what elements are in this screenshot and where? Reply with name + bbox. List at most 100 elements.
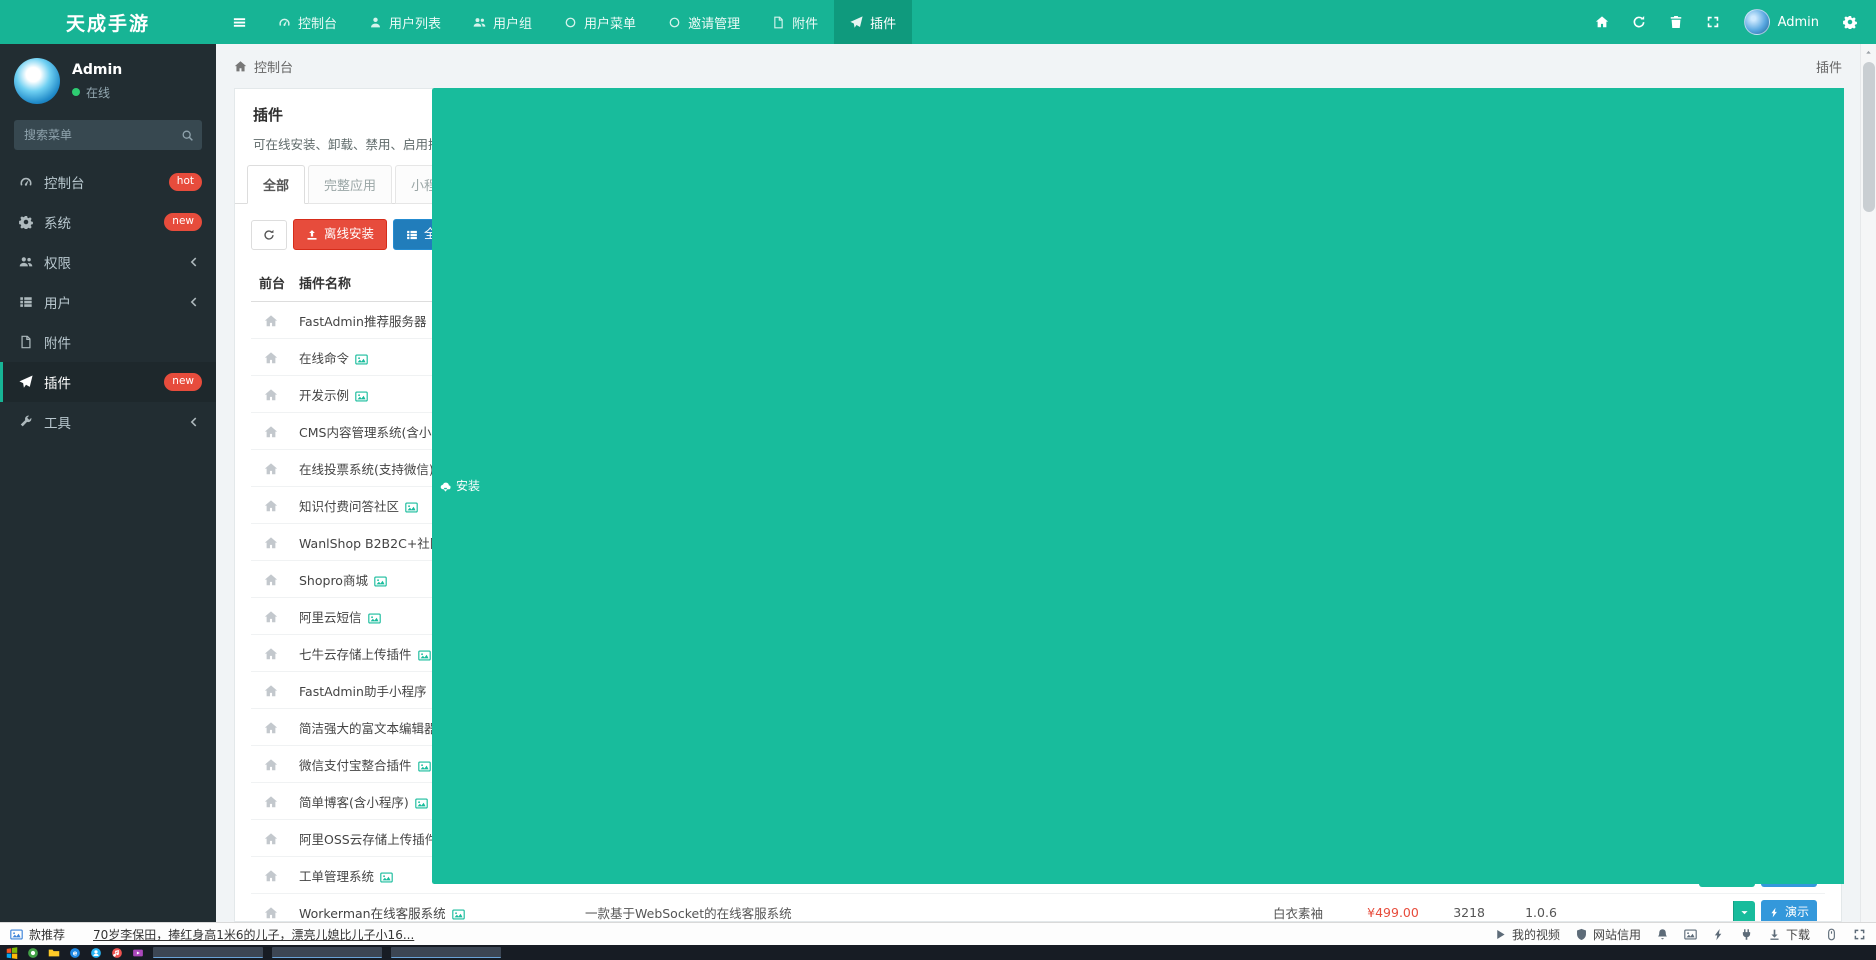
panel-body: 离线安装 全部免费¥付费本地插件 会员信息 前台插件名称介绍作者价格下载版本状态… (235, 204, 1841, 922)
taskbar-browser-icon[interactable] (27, 947, 39, 959)
plugin-name: 七牛云存储上传插件 (299, 647, 412, 662)
statusbar-image-button[interactable] (1684, 928, 1697, 941)
top-nav-item-label: 用户菜单 (584, 13, 636, 32)
statusbar-play-button[interactable]: 我的视频 (1494, 926, 1560, 943)
sidebar-item-5[interactable]: 插件new (0, 362, 216, 402)
svg-text:e: e (73, 949, 78, 957)
expand-icon (1706, 15, 1720, 29)
chevron-left-icon (185, 295, 202, 309)
top-nav-item-4[interactable]: 邀请管理 (652, 0, 756, 44)
image-icon (418, 649, 431, 662)
gauge-icon (278, 16, 291, 29)
gear-icon (1843, 15, 1857, 29)
sidebar-item-1[interactable]: 系统new (0, 202, 216, 242)
taskbar-music-icon[interactable] (111, 947, 123, 959)
demo-button[interactable]: 演示 (1761, 900, 1817, 922)
home-icon (264, 314, 278, 328)
sidebar-toggle-button[interactable] (216, 0, 262, 44)
sidebar-search-input[interactable] (14, 120, 202, 150)
plugin-name: FastAdmin助手小程序 (299, 684, 426, 699)
plugin-name: Workerman在线客服系统 (299, 906, 446, 921)
sidebar-search-button[interactable] (181, 128, 194, 143)
top-nav-item-2[interactable]: 用户组 (457, 0, 548, 44)
scrollbar-up-button[interactable] (1861, 44, 1876, 60)
top-nav-item-label: 附件 (792, 13, 818, 32)
top-nav-item-label: 用户列表 (389, 13, 441, 32)
image-icon (368, 612, 381, 625)
image-icon (355, 353, 368, 366)
statusbar-bolt-button[interactable] (1712, 928, 1725, 941)
sidebar-item-2[interactable]: 权限 (0, 242, 216, 282)
taskbar-window-button-2[interactable] (391, 947, 501, 958)
refresh-button[interactable] (251, 220, 287, 250)
circle-icon (564, 16, 577, 29)
user-icon (369, 16, 382, 29)
front-cell (251, 302, 291, 339)
navbar-user-menu[interactable]: Admin (1732, 0, 1831, 44)
sidebar-item-3[interactable]: 用户 (0, 282, 216, 322)
navbar-refresh-button[interactable] (1621, 0, 1658, 44)
plugin-name: 工单管理系统 (299, 869, 374, 884)
navbar-expand-button[interactable] (1695, 0, 1732, 44)
statusbar-download-button[interactable]: 下载 (1768, 926, 1810, 943)
install-dropdown-button[interactable] (1733, 901, 1755, 923)
plugin-name: 在线命令 (299, 351, 349, 366)
home-icon (264, 536, 278, 550)
statusbar-shield-button[interactable]: 网站信用 (1575, 926, 1641, 943)
taskbar-window-button-1[interactable] (272, 947, 382, 958)
statusbar-expand-button[interactable] (1853, 928, 1866, 941)
breadcrumb-current[interactable]: 控制台 (254, 57, 293, 76)
sidebar-user-name: Admin (72, 62, 122, 78)
home-icon (264, 721, 278, 735)
statusbar-right: 我的视频网站信用 下载 (1494, 926, 1866, 943)
statusbar-mouse-button[interactable] (1825, 928, 1838, 941)
plugin-name: 简单博客(含小程序) (299, 795, 409, 810)
bolt-icon (1769, 907, 1780, 918)
front-cell (251, 672, 291, 709)
start-button[interactable] (6, 947, 18, 959)
statusbar-plug-button[interactable] (1740, 928, 1753, 941)
file-icon (772, 16, 785, 29)
scrollbar-track[interactable] (1860, 44, 1876, 922)
tab-0[interactable]: 全部 (247, 165, 305, 204)
image-icon (1684, 928, 1697, 941)
navbar-username: Admin (1778, 15, 1819, 30)
top-nav-item-1[interactable]: 用户列表 (353, 0, 457, 44)
search-icon (181, 129, 194, 142)
top-nav-item-6[interactable]: 插件 (834, 0, 912, 44)
home-icon (1595, 15, 1609, 29)
sidebar-item-4[interactable]: 附件 (0, 322, 216, 362)
taskbar-video-icon[interactable] (132, 947, 144, 959)
top-nav-item-5[interactable]: 附件 (756, 0, 834, 44)
avatar (1744, 9, 1770, 35)
home-icon (264, 425, 278, 439)
navbar-home-button[interactable] (1584, 0, 1621, 44)
sidebar-menu: 控制台hot系统new权限用户附件插件new工具 (0, 162, 216, 442)
sidebar-item-0[interactable]: 控制台hot (0, 162, 216, 202)
taskbar-folder-icon[interactable] (48, 947, 60, 959)
image-icon (10, 928, 23, 941)
home-icon (264, 906, 278, 920)
top-nav-item-0[interactable]: 控制台 (262, 0, 353, 44)
sidebar-item-6[interactable]: 工具 (0, 402, 216, 442)
home-icon (264, 832, 278, 846)
taskbar-chat-icon[interactable] (90, 947, 102, 959)
scrollbar-thumb[interactable] (1863, 62, 1875, 212)
mouse-icon (1825, 928, 1838, 941)
download-icon (1768, 928, 1781, 941)
navbar-settings-button[interactable] (1831, 0, 1868, 44)
plugin-price: ¥499.00 (1367, 905, 1419, 920)
taskbar-edge-icon[interactable]: e (69, 947, 81, 959)
upload-icon (306, 229, 318, 241)
bolt-icon (1712, 928, 1725, 941)
taskbar-window-button-0[interactable] (153, 947, 263, 958)
statusbar-bell-button[interactable] (1656, 928, 1669, 941)
navbar-trash-button[interactable] (1658, 0, 1695, 44)
top-nav-item-3[interactable]: 用户菜单 (548, 0, 652, 44)
offline-install-button[interactable]: 离线安装 (293, 219, 387, 250)
plugin-version: 1.0.6 (1525, 905, 1557, 920)
breadcrumb-page-label: 插件 (1816, 57, 1842, 76)
image-icon (415, 797, 428, 810)
tab-1[interactable]: 完整应用 (308, 165, 392, 204)
news-headline-link[interactable]: 70岁李保田，捧红身高1米6的儿子，漂亮儿媳比儿子小16... (93, 926, 414, 943)
